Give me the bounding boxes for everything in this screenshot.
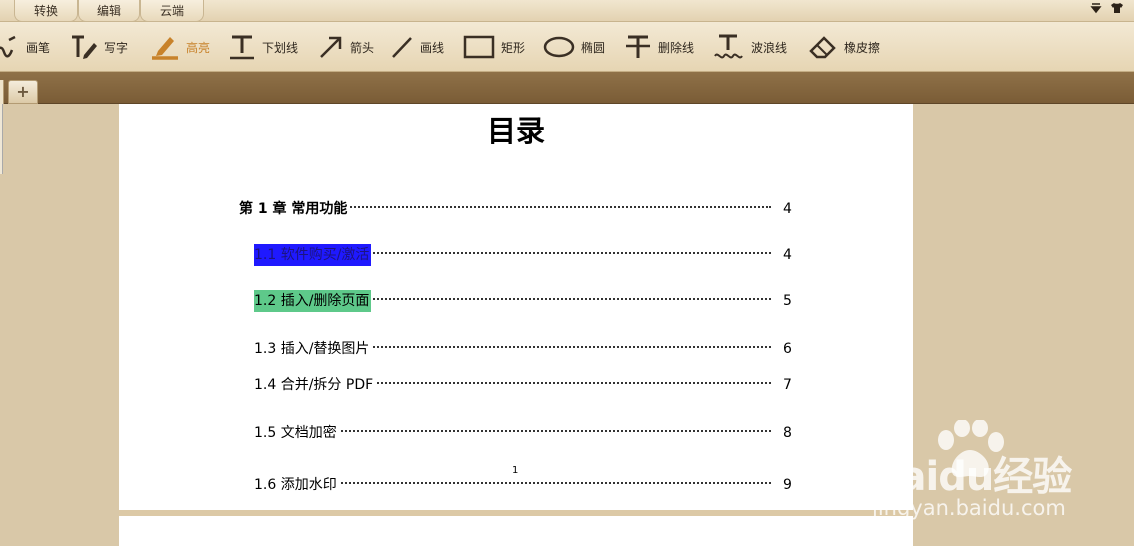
toc-entry-1-1[interactable]: 1.1 软件购买/激活 4 xyxy=(254,244,793,268)
ellipse-tool-button[interactable]: 椭圆 xyxy=(543,22,605,72)
strikethrough-icon xyxy=(626,35,650,58)
toc-entry-label: 第 1 章 常用功能 xyxy=(239,198,350,220)
annotation-toolbar: 画笔 写字 高亮 下划线 箭头 画线 矩形 椭圆 删除线 波浪线 橡皮擦 xyxy=(0,22,1134,72)
underline-icon xyxy=(230,35,254,60)
underline-tool-button[interactable]: 下划线 xyxy=(228,22,298,72)
highlight-tool-label: 高亮 xyxy=(186,40,211,55)
dropdown-arrow-icon[interactable] xyxy=(1090,2,1102,18)
side-panel-handle[interactable] xyxy=(0,104,3,174)
highlight-tool-button[interactable]: 高亮 xyxy=(150,22,210,72)
eraser-tool-button[interactable]: 橡皮擦 xyxy=(808,22,880,72)
toc-entry-label: 1.6 添加水印 xyxy=(254,474,339,496)
pen-tool-label: 画笔 xyxy=(26,40,51,55)
toc-entry-1-2[interactable]: 1.2 插入/删除页面 5 xyxy=(254,290,793,314)
toc-entry-label: 1.1 软件购买/激活 xyxy=(254,244,372,266)
write-tool-button[interactable]: 写字 xyxy=(70,22,128,72)
text-pen-icon xyxy=(72,35,97,59)
tab-cloud[interactable]: 云端 xyxy=(140,0,204,22)
shirt-icon[interactable] xyxy=(1110,2,1124,18)
wave-line-icon xyxy=(714,34,743,59)
wave-line-tool-button[interactable]: 波浪线 xyxy=(713,22,787,72)
watermark-logo-text: Baidu经验 xyxy=(870,454,1072,500)
toc-entry-label: 1.4 合并/拆分 PDF xyxy=(254,374,376,396)
strikethrough-tool-label: 删除线 xyxy=(658,40,695,55)
tab-convert[interactable]: 转换 xyxy=(14,0,78,22)
watermark-url: jingyan.baidu.com xyxy=(872,496,1066,520)
toc-page-number: 6 xyxy=(783,341,792,357)
arrow-tool-button[interactable]: 箭头 xyxy=(318,22,374,72)
tab-edit[interactable]: 编辑 xyxy=(78,0,140,22)
pen-tool-button[interactable]: 画笔 xyxy=(0,22,50,72)
baidu-watermark: Baidu经验 jingyan.baidu.com xyxy=(868,420,1128,530)
arrow-icon xyxy=(320,36,342,58)
toc-entry-1-5[interactable]: 1.5 文档加密 8 xyxy=(254,422,793,446)
toc-entry-1-6[interactable]: 1.6 添加水印 9 xyxy=(254,474,793,498)
highlighter-icon xyxy=(152,37,178,60)
menu-tab-bar: 转换 编辑 云端 xyxy=(0,0,1134,22)
ellipse-icon xyxy=(543,36,575,58)
add-tab-button[interactable]: + xyxy=(8,80,38,104)
line-tool-label: 画线 xyxy=(420,40,445,55)
line-icon xyxy=(392,37,412,58)
underline-tool-label: 下划线 xyxy=(262,40,299,55)
toc-page-number: 4 xyxy=(783,247,792,263)
toc-entry-label: 1.2 插入/删除页面 xyxy=(254,290,372,312)
line-tool-button[interactable]: 画线 xyxy=(390,22,444,72)
arrow-tool-label: 箭头 xyxy=(350,40,375,55)
toc-entry-1-4[interactable]: 1.4 合并/拆分 PDF 7 xyxy=(254,374,793,398)
toc-entry-label: 1.3 插入/替换图片 xyxy=(254,338,372,360)
document-title: 目录 xyxy=(486,114,545,148)
eraser-tool-label: 橡皮擦 xyxy=(844,40,881,55)
document-page: 目录 第 1 章 常用功能 4 1.1 软件购买/激活 4 1.2 插入/删除页… xyxy=(119,104,913,512)
ellipse-tool-label: 椭圆 xyxy=(581,40,606,55)
strikethrough-tool-button[interactable]: 删除线 xyxy=(624,22,694,72)
toc-page-number: 8 xyxy=(783,425,792,441)
toc-page-number: 7 xyxy=(783,377,792,393)
document-tab-strip xyxy=(0,72,1134,104)
eraser-icon xyxy=(809,36,836,59)
rectangle-tool-button[interactable]: 矩形 xyxy=(463,22,525,72)
wave-line-tool-label: 波浪线 xyxy=(751,40,788,55)
rectangle-icon xyxy=(463,35,495,59)
toc-entry-1-3[interactable]: 1.3 插入/替换图片 6 xyxy=(254,338,793,362)
toc-page-number: 5 xyxy=(783,293,792,309)
toc-entry-chapter1[interactable]: 第 1 章 常用功能 4 xyxy=(239,198,793,222)
rectangle-tool-label: 矩形 xyxy=(501,40,526,55)
toc-entry-label: 1.5 文档加密 xyxy=(254,422,339,444)
toc-page-number: 4 xyxy=(783,201,792,217)
write-tool-label: 写字 xyxy=(104,40,129,55)
document-page-next xyxy=(119,516,913,546)
pen-icon xyxy=(0,35,16,58)
window-controls xyxy=(1090,2,1124,18)
toc-page-number: 9 xyxy=(783,477,792,493)
document-tab-edge[interactable] xyxy=(0,80,4,104)
